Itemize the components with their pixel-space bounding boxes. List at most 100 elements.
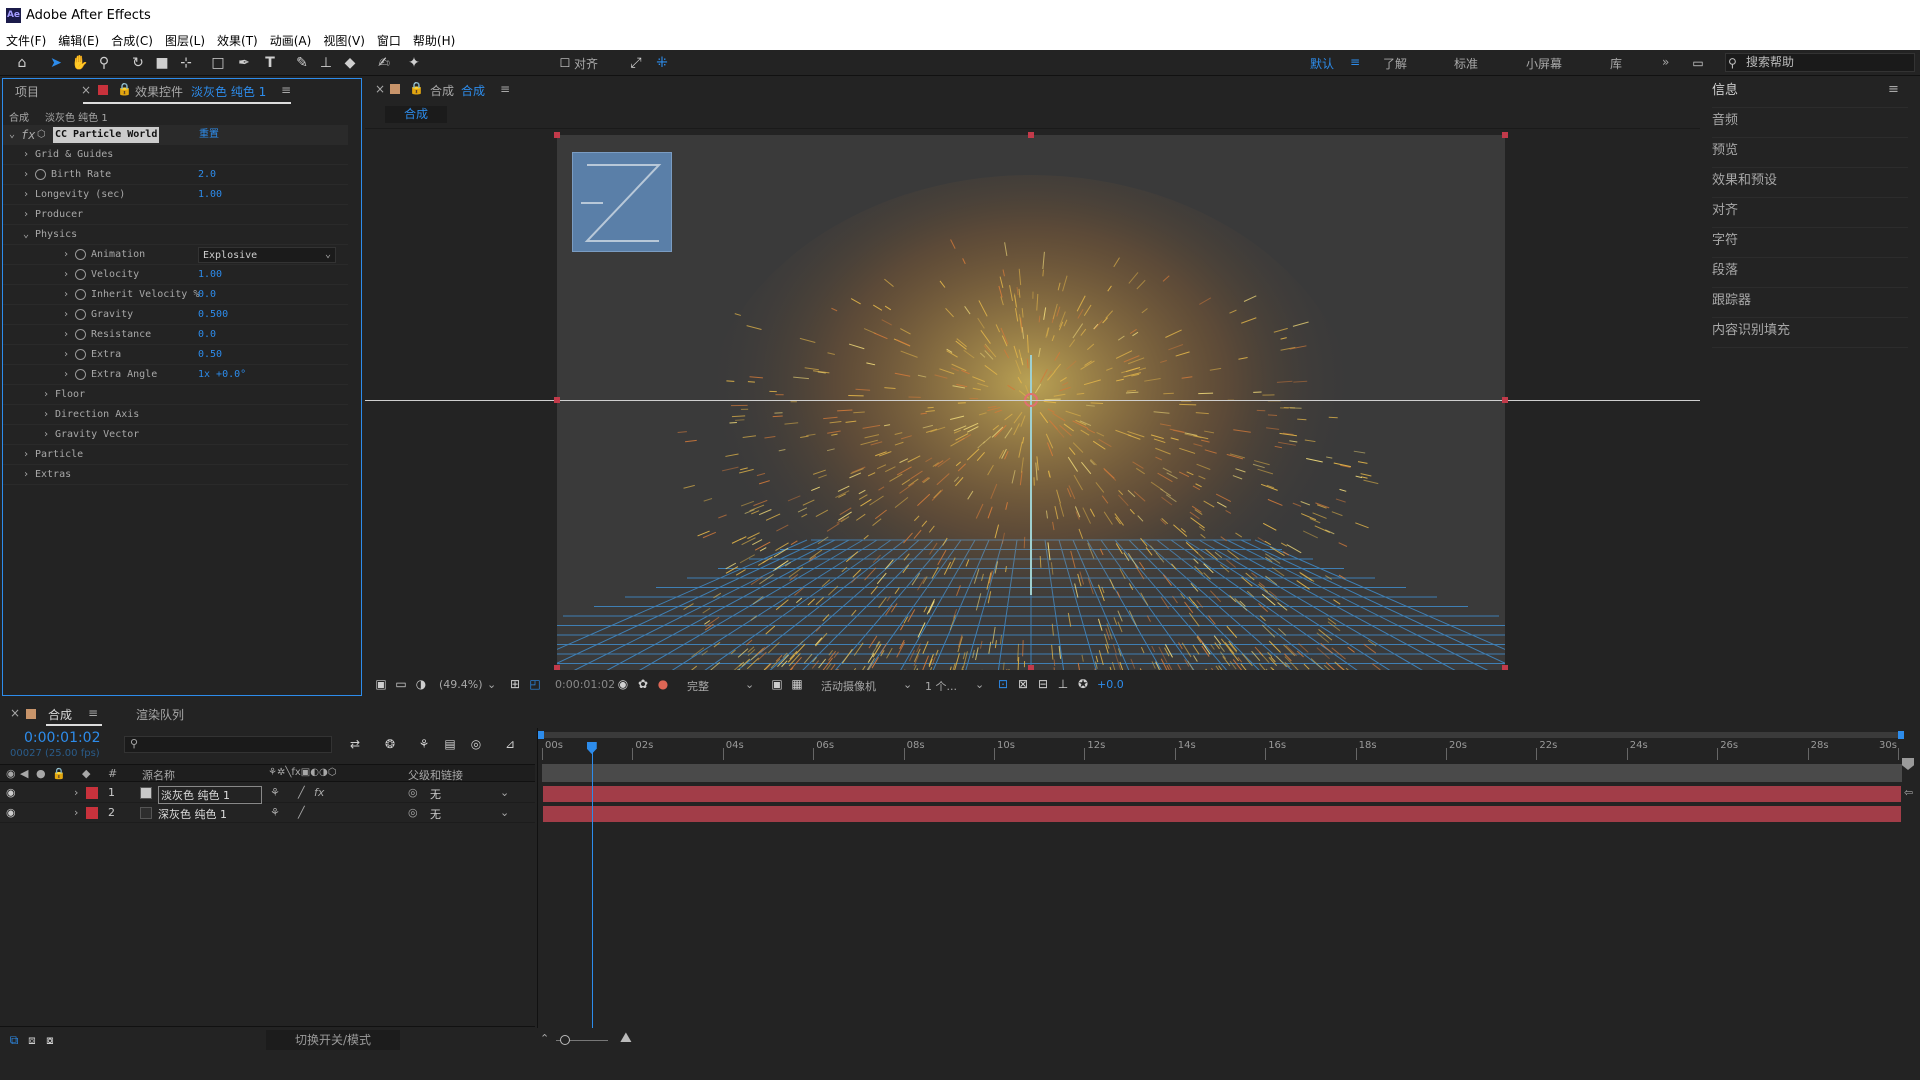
effect-prop-row[interactable]: › Floor: [3, 385, 348, 405]
pickwhip-icon[interactable]: ◎: [408, 786, 418, 799]
close-icon[interactable]: ×: [81, 83, 91, 97]
toggle-switches-modes[interactable]: 切换开关/模式: [266, 1030, 400, 1050]
snap-icon[interactable]: ⤢: [626, 53, 646, 73]
menu-animation[interactable]: 动画(A): [264, 32, 318, 49]
effect-prop-row[interactable]: › Extra 0.50: [3, 345, 348, 365]
tab-timeline-comp[interactable]: 合成: [48, 706, 72, 723]
fx-icon[interactable]: fx: [21, 125, 35, 145]
fx-switch-icon[interactable]: fx: [314, 786, 324, 799]
brush-tool-icon[interactable]: ✎: [292, 53, 312, 73]
text-tool-icon[interactable]: T: [260, 53, 280, 73]
chevron-right-icon[interactable]: ›: [23, 205, 29, 225]
tab-project[interactable]: 项目: [15, 83, 39, 100]
workspace-default[interactable]: 默认: [1310, 55, 1334, 72]
chevron-right-icon[interactable]: ›: [63, 325, 69, 345]
pen-tool-icon[interactable]: ✒: [234, 53, 254, 73]
panel-info[interactable]: 信息: [1712, 78, 1908, 108]
layer-search-input[interactable]: [124, 736, 332, 753]
panel-preview[interactable]: 预览: [1712, 138, 1908, 168]
lock-icon[interactable]: 🔒: [117, 82, 132, 96]
panel-effects-presets[interactable]: 效果和预设: [1712, 168, 1908, 198]
camera-dropdown-icon[interactable]: ⌄: [903, 678, 912, 691]
panel-content-aware-fill[interactable]: 内容识别填充: [1712, 318, 1908, 348]
composition-canvas[interactable]: [557, 135, 1505, 670]
in-out-toggle-icon[interactable]: ⧇: [40, 1030, 60, 1050]
align-checkbox[interactable]: ☐: [555, 53, 575, 73]
zoom-out-icon[interactable]: ⌃: [540, 1032, 549, 1045]
viewer-subtab-comp[interactable]: 合成: [385, 106, 447, 123]
animation-dropdown[interactable]: Explosive: [198, 247, 336, 263]
effect-prop-row[interactable]: › Producer: [3, 205, 348, 225]
chevron-right-icon[interactable]: ›: [63, 285, 69, 305]
layer-row[interactable]: ◉ › 1 淡灰色 纯色 1 ⚘ ╱ fx ◎ 无 ⌄: [0, 784, 535, 804]
roi-icon[interactable]: ▣: [767, 674, 787, 694]
viewer-timecode[interactable]: 0:00:01:02: [555, 678, 615, 691]
snap-options-icon[interactable]: ⁜: [652, 53, 672, 73]
effect-prop-value[interactable]: 0.0: [198, 325, 216, 345]
solo-icon[interactable]: ●: [36, 767, 46, 780]
panel-tracker[interactable]: 跟踪器: [1712, 288, 1908, 318]
graph-editor-icon[interactable]: ⊿: [500, 734, 520, 754]
parent-select[interactable]: 无: [430, 806, 441, 822]
comp-button-icon[interactable]: ⇦: [1904, 786, 1913, 799]
hand-tool-icon[interactable]: ✋: [70, 53, 90, 73]
effect-prop-row[interactable]: › Velocity 1.00: [3, 265, 348, 285]
zoom-in-icon[interactable]: ⛰: [620, 1030, 632, 1046]
transparency-grid-icon[interactable]: ▦: [787, 674, 807, 694]
mask-icon[interactable]: ◑: [411, 674, 431, 694]
panel-paragraph[interactable]: 段落: [1712, 258, 1908, 288]
quality-switch-icon[interactable]: ╱: [298, 786, 305, 799]
chevron-right-icon[interactable]: ›: [63, 365, 69, 385]
col-parent[interactable]: 父级和链接: [408, 767, 463, 783]
reset-exposure-icon[interactable]: ✪: [1073, 674, 1093, 694]
stopwatch-icon[interactable]: [75, 349, 86, 360]
info-panel-menu-icon[interactable]: ≡: [1888, 82, 1899, 97]
camera-tool-icon[interactable]: ■: [152, 53, 172, 73]
layer-duration-bar[interactable]: [543, 786, 1901, 802]
chevron-right-icon[interactable]: ›: [23, 445, 29, 465]
playhead-line[interactable]: [591, 742, 593, 1028]
shy-switch-icon[interactable]: ⚘: [270, 806, 280, 819]
clone-stamp-tool-icon[interactable]: ⊥: [316, 53, 336, 73]
workspace-standard[interactable]: 标准: [1454, 55, 1478, 72]
workspace-menu-icon[interactable]: ≡: [1350, 55, 1360, 69]
layer-duration-bar[interactable]: [543, 806, 1901, 822]
transform-handle[interactable]: [554, 397, 560, 403]
audio-switch-icon[interactable]: ◀: [20, 767, 28, 780]
chevron-right-icon[interactable]: ›: [43, 405, 49, 425]
camera-select[interactable]: 活动摄像机: [821, 678, 876, 694]
chevron-down-icon[interactable]: ⌄: [325, 245, 331, 265]
resolution-dropdown-icon[interactable]: ⌄: [745, 678, 754, 691]
monitor-icon[interactable]: ▭: [391, 674, 411, 694]
views-dropdown-icon[interactable]: ⌄: [975, 678, 984, 691]
effect-prop-row[interactable]: › Extra Angle 1x +0.0°: [3, 365, 348, 385]
eraser-tool-icon[interactable]: ◆: [340, 53, 360, 73]
show-snapshot-icon[interactable]: ✿: [633, 674, 653, 694]
frame-blend-icon[interactable]: ▤: [440, 734, 460, 754]
layer-row[interactable]: ◉ › 2 深灰色 纯色 1 ⚘ ╱ ◎ 无 ⌄: [0, 804, 535, 823]
transform-handle[interactable]: [1502, 132, 1508, 138]
col-source-name[interactable]: 源名称: [142, 767, 175, 783]
work-area-end-handle[interactable]: [1898, 731, 1904, 739]
effect-prop-row[interactable]: › Grid & Guides: [3, 145, 348, 165]
parent-select[interactable]: 无: [430, 786, 441, 802]
menu-composition[interactable]: 合成(C): [105, 32, 159, 49]
layer-label-color[interactable]: [86, 807, 98, 819]
puppet-tool-icon[interactable]: ✦: [404, 53, 424, 73]
draft-3d-icon[interactable]: ❂: [380, 734, 400, 754]
transfer-controls-toggle-icon[interactable]: ⧈: [22, 1030, 42, 1050]
stopwatch-icon[interactable]: [75, 309, 86, 320]
workspace-libraries[interactable]: 库: [1610, 55, 1622, 72]
always-preview-icon[interactable]: ▣: [371, 674, 391, 694]
quality-switch-icon[interactable]: ╱: [298, 806, 305, 819]
stopwatch-icon[interactable]: [75, 269, 86, 280]
viewer-lock-icon[interactable]: 🔒: [409, 81, 424, 95]
views-select[interactable]: 1 个...: [925, 678, 957, 694]
shy-icon[interactable]: ⚘: [414, 734, 434, 754]
panel-audio[interactable]: 音频: [1712, 108, 1908, 138]
zoom-tool-icon[interactable]: ⚲: [94, 53, 114, 73]
chevron-right-icon[interactable]: ›: [63, 305, 69, 325]
rectangle-tool-icon[interactable]: □: [208, 53, 228, 73]
chevron-right-icon[interactable]: ›: [74, 786, 78, 799]
effect-prop-value[interactable]: 2.0: [198, 165, 216, 185]
